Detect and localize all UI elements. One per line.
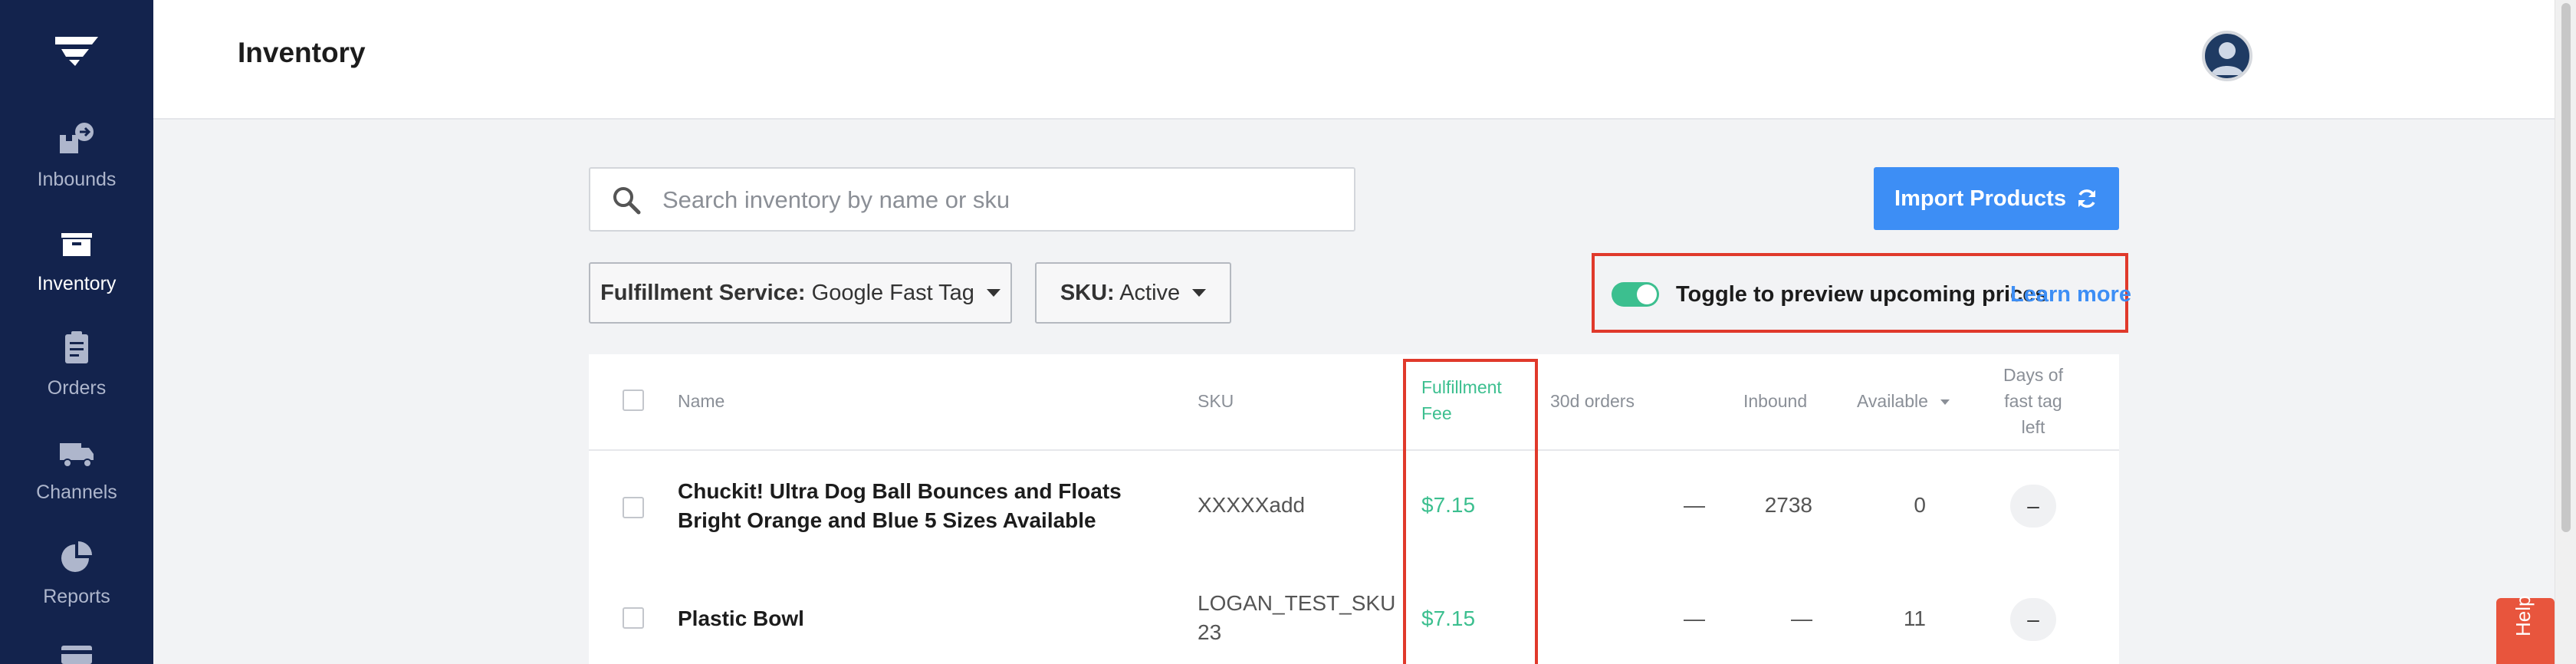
logo-icon[interactable] bbox=[52, 34, 101, 69]
sidebar-item-orders[interactable]: Orders bbox=[0, 330, 153, 422]
truck-icon bbox=[60, 443, 94, 468]
sku-status-dropdown[interactable]: SKU: Active bbox=[1035, 262, 1231, 324]
product-name[interactable]: Plastic Bowl bbox=[678, 604, 1168, 633]
import-products-label: Import Products bbox=[1894, 186, 2066, 211]
fulfillment-service-dropdown[interactable]: Fulfillment Service: Google Fast Tag bbox=[589, 262, 1012, 324]
days-fast-tag-value: – bbox=[2027, 494, 2039, 518]
table-header: Name SKU Fulfillment Fee 30d orders Inbo… bbox=[589, 354, 2119, 451]
column-sku[interactable]: SKU bbox=[1198, 388, 1234, 414]
column-name[interactable]: Name bbox=[678, 388, 724, 414]
pie-chart-icon bbox=[61, 541, 92, 572]
orders-30d: — bbox=[1684, 493, 1705, 517]
inventory-table: Name SKU Fulfillment Fee 30d orders Inbo… bbox=[589, 354, 2119, 664]
sidebar-item-reports[interactable]: Reports bbox=[0, 538, 153, 630]
orders-30d: — bbox=[1684, 606, 1705, 630]
sidebar: Inbounds Inventory Orders Channels Repor… bbox=[0, 0, 153, 664]
card-icon[interactable] bbox=[58, 643, 95, 664]
page-title: Inventory bbox=[238, 37, 366, 68]
product-sku: LOGAN_TEST_SKU23 bbox=[1198, 591, 1396, 644]
sidebar-item-inventory[interactable]: Inventory bbox=[0, 225, 153, 317]
page-scrollbar[interactable] bbox=[2555, 0, 2576, 664]
row-checkbox[interactable] bbox=[623, 497, 644, 518]
sidebar-item-channels[interactable]: Channels bbox=[0, 434, 153, 526]
search-box bbox=[589, 167, 1355, 232]
inventory-box-icon bbox=[61, 233, 92, 256]
learn-more-link[interactable]: Learn more bbox=[2010, 282, 2131, 307]
toggle-knob bbox=[1637, 284, 1657, 304]
help-button[interactable]: Help bbox=[2496, 595, 2555, 664]
sidebar-item-label: Inventory bbox=[37, 273, 117, 294]
filter-value: Google Fast Tag bbox=[811, 280, 974, 305]
search-icon bbox=[613, 187, 641, 215]
days-fast-tag-badge[interactable]: – bbox=[2010, 485, 2056, 528]
sidebar-item-label: Inbounds bbox=[37, 169, 117, 190]
import-products-button[interactable]: Import Products bbox=[1874, 167, 2119, 230]
available-count: 11 bbox=[1903, 606, 1926, 630]
column-inbound[interactable]: Inbound bbox=[1743, 388, 1807, 414]
search-input[interactable] bbox=[662, 181, 1337, 219]
product-name[interactable]: Chuckit! Ultra Dog Ball Bounces and Floa… bbox=[678, 477, 1168, 535]
column-available-label: Available bbox=[1857, 391, 1928, 411]
sort-down-icon bbox=[1940, 399, 1950, 406]
help-label: Help bbox=[2512, 595, 2535, 636]
table-row[interactable]: Chuckit! Ultra Dog Ball Bounces and Floa… bbox=[589, 451, 2119, 561]
fulfillment-fee-highlight bbox=[1403, 359, 1538, 664]
inbound-count: 2738 bbox=[1764, 493, 1812, 517]
refresh-icon bbox=[2078, 189, 2095, 208]
column-30d-orders[interactable]: 30d orders bbox=[1550, 388, 1635, 414]
chevron-down-icon bbox=[1192, 289, 1207, 297]
inbound-icon bbox=[60, 123, 94, 153]
product-sku: XXXXXadd bbox=[1198, 493, 1306, 517]
preview-prices-label: Toggle to preview upcoming prices bbox=[1676, 282, 2048, 307]
sidebar-item-label: Reports bbox=[43, 586, 110, 607]
scrollbar-thumb[interactable] bbox=[2561, 3, 2571, 532]
filter-key: SKU: bbox=[1060, 280, 1115, 305]
select-all-checkbox[interactable] bbox=[623, 390, 644, 411]
days-fast-tag-value: – bbox=[2027, 607, 2039, 631]
sidebar-item-label: Channels bbox=[36, 482, 117, 503]
column-days-fast-tag[interactable]: Days of fast tag left bbox=[1992, 362, 2075, 440]
clipboard-icon bbox=[65, 331, 88, 363]
inbound-count: — bbox=[1791, 606, 1812, 630]
days-fast-tag-badge[interactable]: – bbox=[2010, 598, 2056, 641]
sidebar-item-inbounds[interactable]: Inbounds bbox=[0, 121, 153, 213]
user-icon bbox=[2211, 42, 2243, 75]
chevron-down-icon bbox=[986, 289, 1001, 297]
preview-prices-section: Toggle to preview upcoming prices Learn … bbox=[1592, 253, 2131, 333]
avatar[interactable] bbox=[2202, 31, 2252, 81]
sidebar-item-label: Orders bbox=[47, 377, 107, 399]
column-available[interactable]: Available bbox=[1857, 388, 1950, 414]
available-count: 0 bbox=[1914, 493, 1926, 517]
top-header: Inventory bbox=[153, 0, 2555, 120]
row-checkbox[interactable] bbox=[623, 607, 644, 629]
preview-prices-toggle[interactable] bbox=[1612, 282, 1659, 307]
filter-key: Fulfillment Service: bbox=[600, 280, 806, 305]
filter-value: Active bbox=[1119, 280, 1181, 305]
table-row[interactable]: Plastic Bowl LOGAN_TEST_SKU23 $7.15 — — … bbox=[589, 561, 2119, 664]
